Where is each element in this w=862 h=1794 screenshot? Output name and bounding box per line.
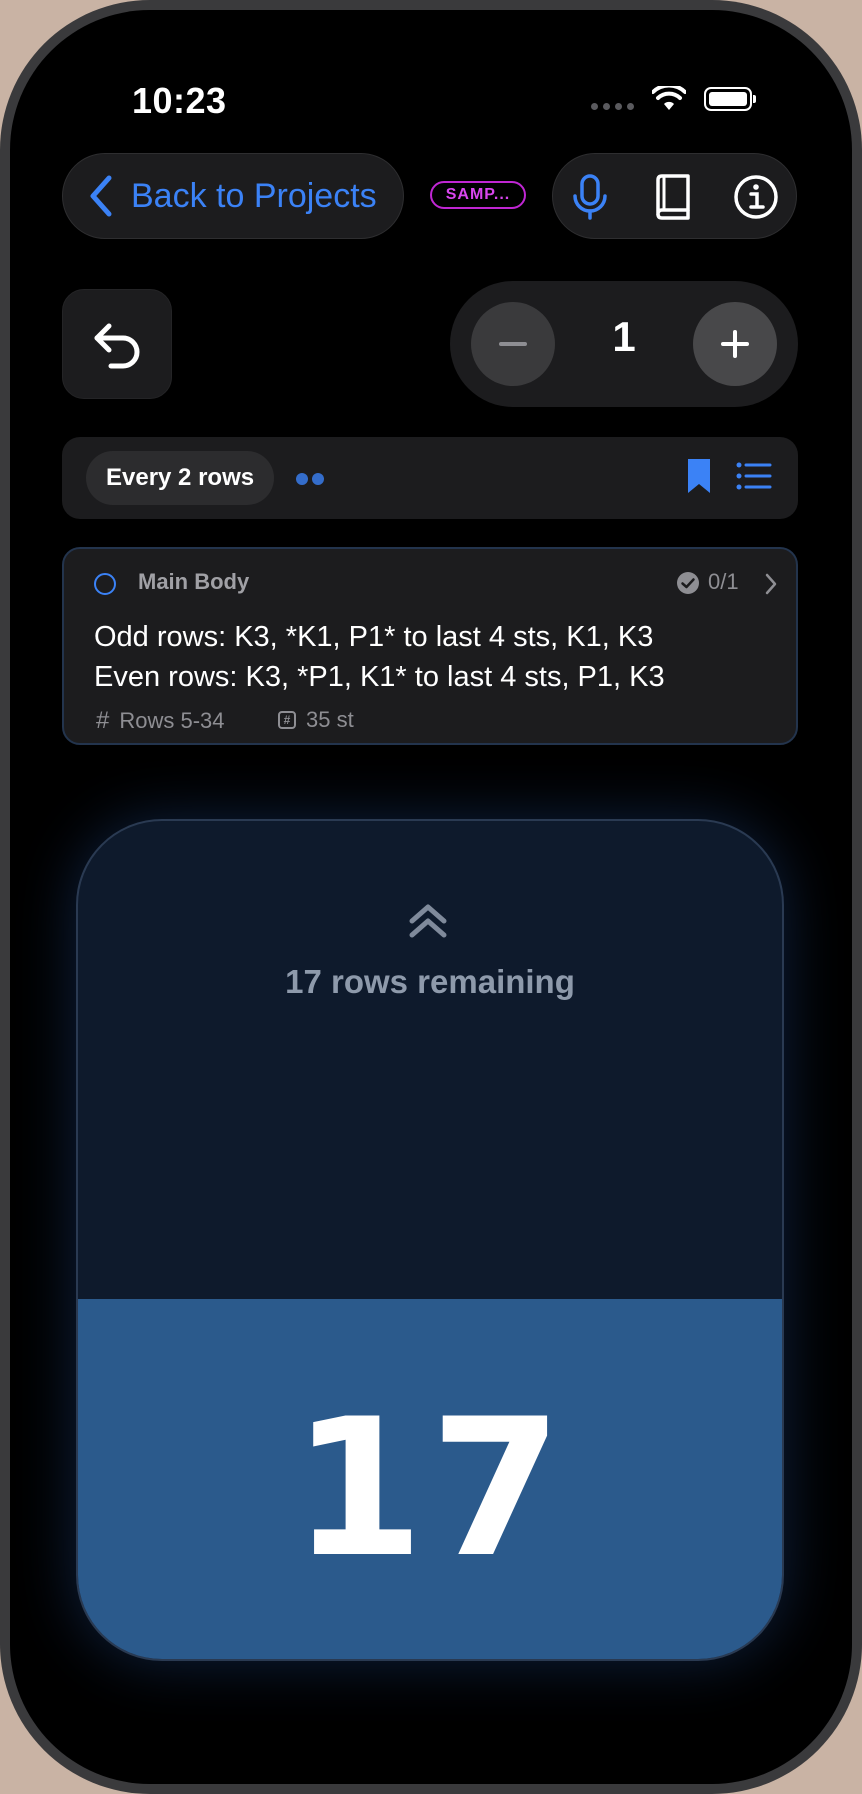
chevron-right-icon [765,573,777,595]
microphone-icon[interactable] [567,174,613,220]
cellular-dots-icon [591,102,634,110]
undo-icon [94,323,140,369]
section-card[interactable]: Main Body 0/1 Odd rows: K3, *K1, P1* to … [62,547,798,745]
odd-rows-instruction: Odd rows: K3, *K1, P1* to last 4 sts, K1… [94,621,654,653]
info-icon[interactable] [733,174,779,220]
rows-range-meta: # Rows 5-34 [96,707,225,735]
toolbar-group [552,153,797,239]
device-frame: 10:23 Back to Projects SAMP... 1 Every 2… [0,0,862,1794]
hash-icon: # [96,707,110,734]
page-indicator[interactable] [296,473,324,485]
back-button-label: Back to Projects [131,176,377,215]
repeat-bar: Every 2 rows [62,437,798,519]
stitch-count-icon: # [278,711,296,729]
wifi-icon [652,86,686,110]
step-size-stepper: 1 [450,281,798,407]
minus-icon [499,342,527,346]
double-chevron-up-icon [409,904,447,938]
battery-icon [704,87,756,111]
repeat-interval-chip[interactable]: Every 2 rows [86,451,275,505]
stitch-count-meta: # 35 st [278,707,354,733]
section-progress: 0/1 [708,569,739,594]
undo-button[interactable] [62,289,172,399]
check-circle-icon [677,572,699,594]
plus-icon [721,330,749,358]
rows-range: Rows 5-34 [119,708,225,733]
section-title: Main Body [138,569,250,594]
back-to-projects-button[interactable]: Back to Projects [62,153,404,239]
chevron-left-icon [90,175,112,217]
sample-badge: SAMP... [430,181,526,209]
app-screen: 10:23 Back to Projects SAMP... 1 Every 2… [10,10,852,1784]
status-time: 10:23 [132,80,227,121]
list-icon[interactable] [736,461,772,491]
increment-step-button[interactable] [693,302,777,386]
rows-remaining-label: 17 rows remaining [285,963,575,1000]
step-value: 1 [612,313,636,360]
row-counter-card[interactable]: 17 rows remaining 17 [76,819,784,1661]
status-indicators [591,86,756,112]
even-rows-instruction: Even rows: K3, *P1, K1* to last 4 sts, P… [94,661,665,693]
bookmark-icon[interactable] [686,457,712,495]
stitch-count: 35 st [306,707,354,732]
current-row-number: 17 [291,1378,569,1599]
book-icon[interactable] [650,174,696,220]
decrement-step-button[interactable] [471,302,555,386]
section-complete-toggle[interactable] [94,573,116,595]
